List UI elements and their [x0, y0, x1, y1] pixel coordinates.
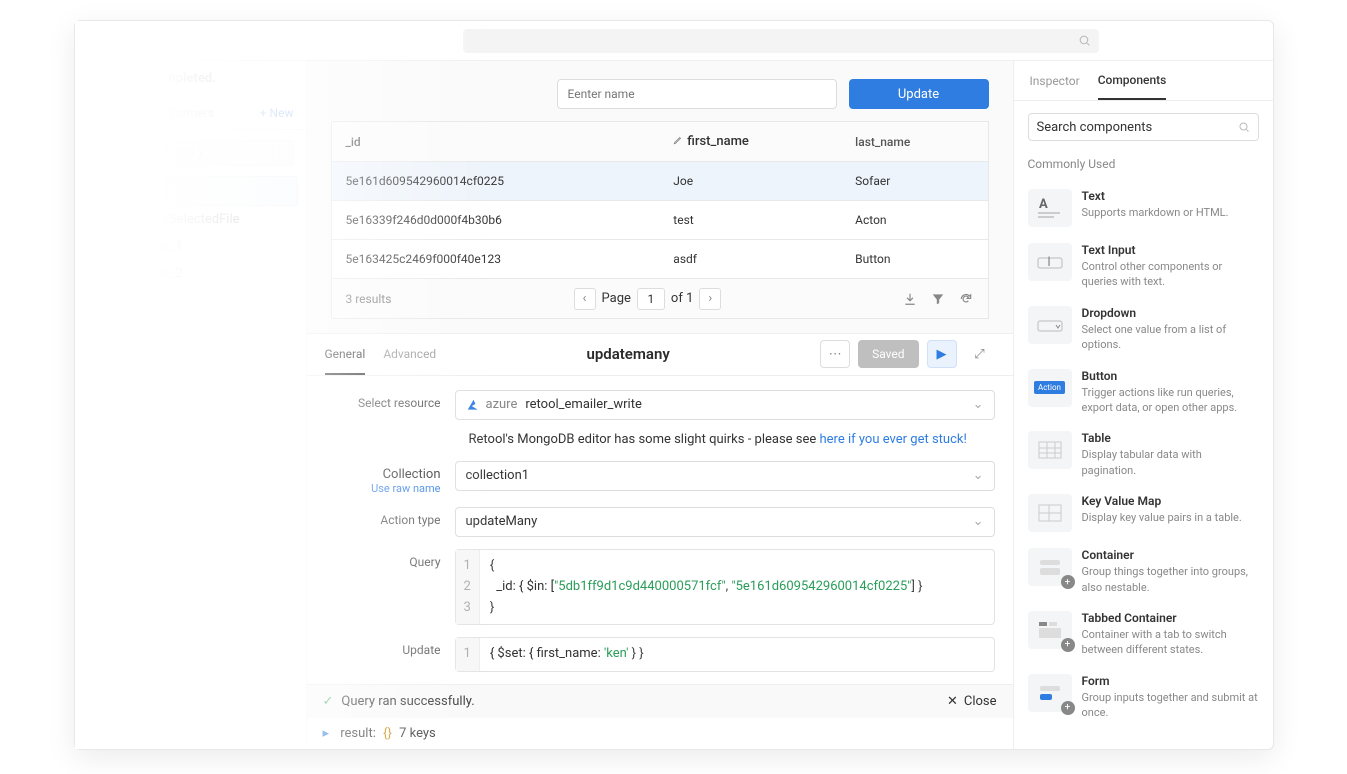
- query-title[interactable]: updatemany: [436, 345, 820, 363]
- mongo-hint: Retool's MongoDB editor has some slight …: [469, 432, 995, 447]
- left-panel: All queries completed. Queries Transform…: [75, 61, 307, 749]
- check-icon: ✓: [323, 694, 334, 709]
- name-input[interactable]: [557, 79, 837, 109]
- query-status: All queries completed.: [75, 61, 306, 96]
- query-item[interactable]: downloadSelectedFile: [83, 206, 298, 233]
- page-prev[interactable]: ‹: [574, 288, 596, 310]
- plus-icon: +: [1061, 701, 1075, 715]
- traffic-lights: [89, 36, 133, 46]
- component-text[interactable]: ATextSupports markdown or HTML.: [1024, 181, 1263, 235]
- close-icon: ✕: [947, 694, 958, 709]
- plus-icon: +: [1061, 575, 1075, 589]
- svg-text:A: A: [1039, 197, 1048, 212]
- inspector-panel: Inspector Components Search components C…: [1013, 61, 1273, 749]
- top-search[interactable]: [463, 29, 1099, 53]
- tab-general[interactable]: General: [325, 347, 366, 375]
- tab-advanced[interactable]: Advanced: [383, 347, 436, 362]
- query-editor: General Advanced updatemany ⋯ Saved ▶ ⤢ …: [307, 334, 1013, 749]
- tab-queries[interactable]: Queries: [87, 105, 128, 129]
- close-dot[interactable]: [89, 36, 99, 46]
- component-kv-map[interactable]: Key Value MapDisplay key value pairs in …: [1024, 486, 1263, 540]
- table-row[interactable]: 5e161d609542960014cf0225JoeSofaer: [331, 162, 988, 201]
- expand-button[interactable]: ⤢: [965, 340, 995, 368]
- tab-components[interactable]: Components: [1098, 73, 1167, 100]
- saved-button[interactable]: Saved: [858, 340, 918, 368]
- table-row[interactable]: 5e16339f246d0d000f4b30b6testActon: [331, 201, 988, 240]
- more-button[interactable]: ⋯: [820, 340, 850, 368]
- canvas-area: Update _id first_name last_name 5e161d60…: [307, 61, 1013, 334]
- component-search[interactable]: Search components: [1028, 113, 1259, 141]
- tab-inspector[interactable]: Inspector: [1030, 74, 1080, 88]
- label-collection: CollectionUse raw name: [325, 461, 455, 495]
- label-action: Action type: [325, 507, 455, 527]
- query-item[interactable]: testName_2: [83, 260, 298, 287]
- query-item[interactable]: allFiles: [83, 176, 298, 206]
- action-select[interactable]: updateMany⌄: [455, 507, 995, 537]
- label-update: Update: [325, 637, 455, 657]
- col-firstname[interactable]: first_name: [659, 122, 841, 162]
- window-titlebar: [75, 21, 1273, 61]
- filter-icon[interactable]: [931, 292, 945, 306]
- tab-transformers[interactable]: Transformers: [142, 106, 214, 120]
- query-item[interactable]: testName_1: [83, 233, 298, 260]
- new-query-button[interactable]: + New: [260, 106, 294, 120]
- refresh-icon[interactable]: [959, 292, 973, 306]
- component-text-input[interactable]: IText InputControl other components or q…: [1024, 235, 1263, 298]
- component-form[interactable]: +FormGroup inputs together and submit at…: [1024, 666, 1263, 729]
- update-code[interactable]: 1 { $set: { first_name: 'ken' } }: [455, 637, 995, 672]
- component-table[interactable]: TableDisplay tabular data with paginatio…: [1024, 423, 1263, 486]
- svg-text:I: I: [1047, 255, 1051, 270]
- hint-link[interactable]: here if you ever get stuck!: [820, 432, 967, 447]
- component-container[interactable]: +ContainerGroup things together into gro…: [1024, 540, 1263, 603]
- page-input[interactable]: [637, 288, 665, 310]
- result-count: 3 results: [346, 292, 392, 306]
- section-header: Commonly Used: [1014, 157, 1273, 171]
- query-search[interactable]: Search query ( ⌘O ): [87, 140, 294, 166]
- page-next[interactable]: ›: [699, 288, 721, 310]
- label-query: Query: [325, 549, 455, 569]
- success-bar: ✓ Query ran successfully. ✕Close: [307, 684, 1013, 718]
- chevron-down-icon: ⌄: [973, 397, 984, 412]
- download-icon[interactable]: [903, 292, 917, 306]
- component-tabbed-container[interactable]: +Tabbed ContainerContainer with a tab to…: [1024, 603, 1263, 666]
- paginator: ‹ Page of 1 ›: [574, 288, 722, 310]
- edit-icon: [673, 135, 683, 145]
- run-button[interactable]: ▶: [927, 340, 957, 368]
- col-id[interactable]: _id: [331, 122, 659, 162]
- min-dot[interactable]: [106, 36, 116, 46]
- search-icon: [1238, 121, 1250, 133]
- raw-name-link[interactable]: Use raw name: [325, 482, 441, 495]
- resource-select[interactable]: azure retool_emailer_write ⌄: [455, 390, 995, 420]
- search-icon: [1078, 34, 1091, 47]
- plus-icon: +: [1061, 638, 1075, 652]
- component-button[interactable]: ActionButtonTrigger actions like run que…: [1024, 361, 1263, 424]
- query-list: allFiles downloadSelectedFile testName_1…: [75, 176, 306, 287]
- table-row[interactable]: 5e163425c2469f000f40e123asdfButton: [331, 240, 988, 279]
- result-output[interactable]: ▸ result: {} 7 keys: [307, 718, 1013, 749]
- left-tabs: Queries Transformers + New: [75, 96, 306, 130]
- component-dropdown[interactable]: DropdownSelect one value from a list of …: [1024, 298, 1263, 361]
- collection-select[interactable]: collection1⌄: [455, 461, 995, 491]
- query-code[interactable]: 123 { _id: { $in: ["5db1ff9d1c9d44000057…: [455, 549, 995, 625]
- close-success[interactable]: ✕Close: [947, 694, 997, 709]
- label-resource: Select resource: [325, 390, 455, 410]
- max-dot[interactable]: [123, 36, 133, 46]
- col-lastname[interactable]: last_name: [841, 122, 988, 162]
- data-table: _id first_name last_name 5e161d609542960…: [331, 121, 989, 279]
- azure-icon: [466, 398, 480, 412]
- update-button[interactable]: Update: [849, 79, 989, 109]
- table-footer: 3 results ‹ Page of 1 ›: [331, 279, 989, 319]
- component-list: ATextSupports markdown or HTML. IText In…: [1014, 181, 1273, 728]
